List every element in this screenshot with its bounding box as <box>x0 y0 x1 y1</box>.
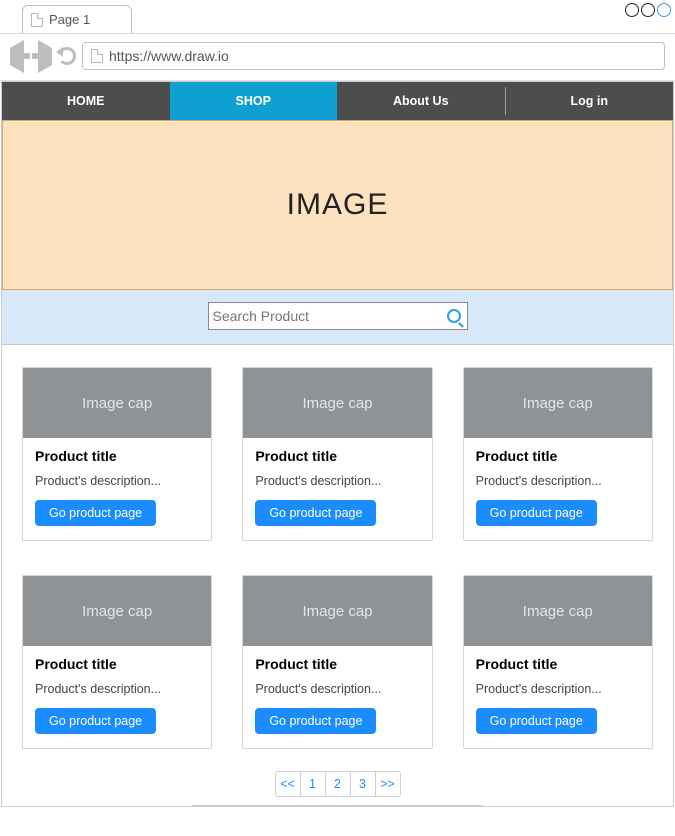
search-icon[interactable] <box>447 309 461 323</box>
product-title: Product title <box>255 448 419 464</box>
page-icon <box>91 49 103 63</box>
go-product-button[interactable]: Go product page <box>255 708 376 734</box>
product-card: Image cap Product title Product's descri… <box>242 367 432 541</box>
product-card: Image cap Product title Product's descri… <box>463 575 653 749</box>
pagination-page[interactable]: 2 <box>325 771 351 797</box>
browser-tab-bar: Page 1 <box>0 0 675 34</box>
pagination-page[interactable]: 3 <box>350 771 376 797</box>
product-image-placeholder: Image cap <box>243 368 431 438</box>
go-product-button[interactable]: Go product page <box>35 708 156 734</box>
nav-label: About Us <box>393 94 449 108</box>
product-title: Product title <box>476 656 640 672</box>
product-description: Product's description... <box>35 474 199 488</box>
pagination-prev[interactable]: << <box>275 771 301 797</box>
product-description: Product's description... <box>255 474 419 488</box>
image-cap-label: Image cap <box>82 603 152 620</box>
nav-label: SHOP <box>236 94 271 108</box>
search-input[interactable] <box>213 308 447 324</box>
url-text: https://www.draw.io <box>109 48 229 64</box>
product-image-placeholder: Image cap <box>23 368 211 438</box>
hero-image-label: IMAGE <box>287 188 389 222</box>
product-image-placeholder: Image cap <box>23 576 211 646</box>
product-image-placeholder: Image cap <box>243 576 431 646</box>
image-cap-label: Image cap <box>523 395 593 412</box>
nav-label: Log in <box>571 94 609 108</box>
product-card: Image cap Product title Product's descri… <box>22 575 212 749</box>
browser-tab[interactable]: Page 1 <box>22 5 132 33</box>
product-title: Product title <box>255 656 419 672</box>
product-description: Product's description... <box>35 682 199 696</box>
footer-divider <box>192 805 483 806</box>
window-maximize-icon[interactable] <box>641 3 655 17</box>
browser-toolbar: https://www.draw.io <box>0 34 675 81</box>
nav-item-login[interactable]: Log in <box>506 82 674 120</box>
product-description: Product's description... <box>476 682 640 696</box>
product-title: Product title <box>476 448 640 464</box>
browser-tab-label: Page 1 <box>49 12 90 27</box>
pagination: << 1 2 3 >> <box>22 771 653 797</box>
nav-item-shop[interactable]: SHOP <box>170 82 338 120</box>
url-bar[interactable]: https://www.draw.io <box>82 42 665 70</box>
arrow-right-icon <box>38 40 52 73</box>
page-icon <box>31 13 43 27</box>
image-cap-label: Image cap <box>302 603 372 620</box>
product-description: Product's description... <box>476 474 640 488</box>
go-product-button[interactable]: Go product page <box>255 500 376 526</box>
nav-back-button[interactable] <box>10 48 28 64</box>
nav-item-about[interactable]: About Us <box>337 82 505 120</box>
nav-forward-button[interactable] <box>34 48 52 64</box>
window-controls <box>625 0 671 17</box>
product-grid-area: Image cap Product title Product's descri… <box>2 345 673 806</box>
product-grid: Image cap Product title Product's descri… <box>22 367 653 749</box>
go-product-button[interactable]: Go product page <box>476 500 597 526</box>
page-content: HOME SHOP About Us Log in IMAGE Image ca… <box>1 81 674 807</box>
search-box[interactable] <box>208 302 468 330</box>
product-title: Product title <box>35 448 199 464</box>
window-minimize-icon[interactable] <box>625 3 639 17</box>
product-card: Image cap Product title Product's descri… <box>463 367 653 541</box>
go-product-button[interactable]: Go product page <box>35 500 156 526</box>
product-image-placeholder: Image cap <box>464 368 652 438</box>
search-area <box>2 290 673 345</box>
image-cap-label: Image cap <box>82 395 152 412</box>
nav-label: HOME <box>67 94 105 108</box>
main-nav: HOME SHOP About Us Log in <box>2 82 673 120</box>
window-close-icon[interactable] <box>657 3 671 17</box>
product-card: Image cap Product title Product's descri… <box>242 575 432 749</box>
pagination-page[interactable]: 1 <box>300 771 326 797</box>
image-cap-label: Image cap <box>302 395 372 412</box>
reload-button[interactable] <box>58 47 76 65</box>
hero-image: IMAGE <box>2 120 673 290</box>
product-image-placeholder: Image cap <box>464 576 652 646</box>
pagination-next[interactable]: >> <box>375 771 401 797</box>
product-description: Product's description... <box>255 682 419 696</box>
nav-item-home[interactable]: HOME <box>2 82 170 120</box>
product-title: Product title <box>35 656 199 672</box>
go-product-button[interactable]: Go product page <box>476 708 597 734</box>
product-card: Image cap Product title Product's descri… <box>22 367 212 541</box>
image-cap-label: Image cap <box>523 603 593 620</box>
